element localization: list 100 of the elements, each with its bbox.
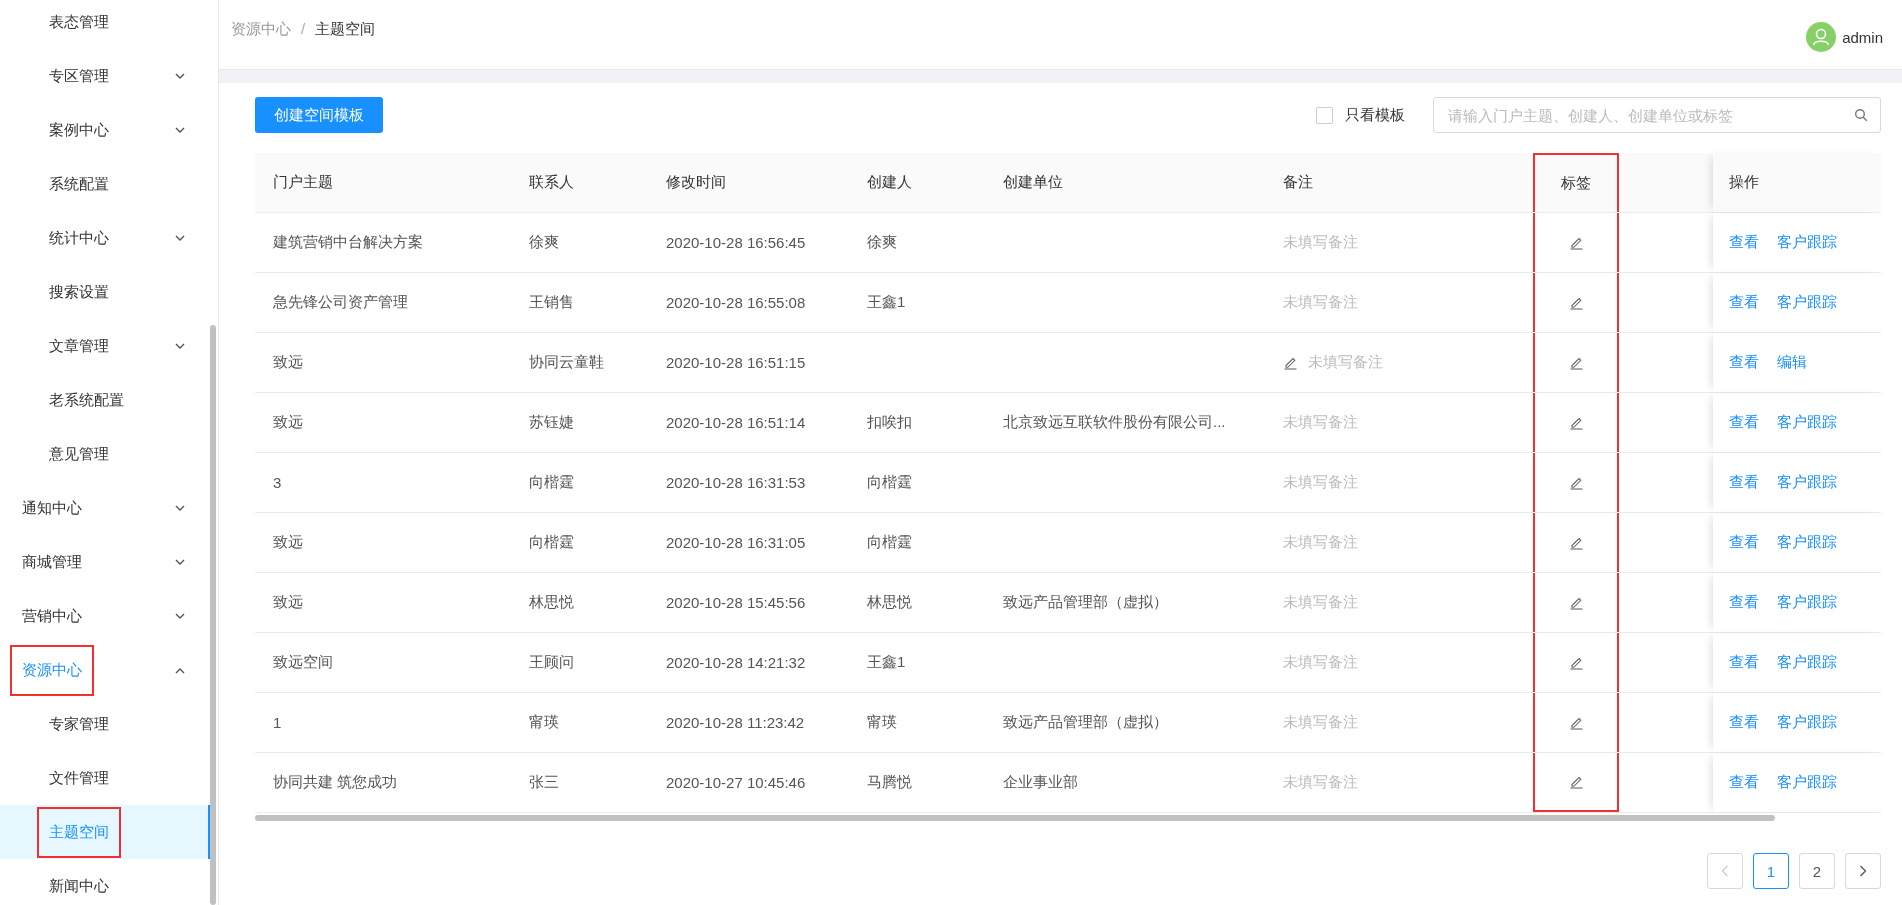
table-cell: 2020-10-28 16:56:45 [666, 234, 806, 251]
edit-icon[interactable] [1568, 235, 1584, 250]
submenu-item[interactable]: 文件管理 [0, 751, 211, 805]
table-cell: 扣唉扣 [867, 413, 912, 432]
action-link[interactable]: 查看 [1729, 233, 1759, 252]
breadcrumb-separator: / [301, 20, 306, 39]
action-link[interactable]: 查看 [1729, 473, 1759, 492]
table-cell: 林思悦 [867, 593, 912, 612]
action-link[interactable]: 客户跟踪 [1777, 293, 1837, 312]
checkbox-label[interactable]: 只看模板 [1345, 105, 1405, 125]
menu-item[interactable]: 通知中心 [0, 481, 211, 535]
table-cell: 建筑营销中台解决方案 [273, 233, 423, 252]
column-header: 标签 [1561, 174, 1591, 193]
table-cell: 向楷霆 [529, 473, 574, 492]
edit-icon[interactable] [1568, 475, 1584, 490]
action-link[interactable]: 查看 [1729, 653, 1759, 672]
submenu-item[interactable]: 新闻中心 [0, 859, 211, 905]
remark-text: 未填写备注 [1308, 353, 1383, 372]
action-link[interactable]: 查看 [1729, 353, 1759, 372]
action-link[interactable]: 客户跟踪 [1777, 593, 1837, 612]
remark-text: 未填写备注 [1283, 773, 1358, 792]
submenu-item[interactable]: 专家管理 [0, 697, 211, 751]
table-cell: 向楷霆 [867, 473, 912, 492]
action-link[interactable]: 客户跟踪 [1777, 773, 1837, 792]
column-header: 操作 [1729, 173, 1759, 192]
action-link[interactable]: 客户跟踪 [1777, 473, 1837, 492]
page-button[interactable]: 2 [1799, 853, 1835, 889]
menu-item[interactable]: 营销中心 [0, 589, 211, 643]
remark-text: 未填写备注 [1283, 593, 1358, 612]
page-button[interactable]: 1 [1753, 853, 1789, 889]
table-cell: 苏钰婕 [529, 413, 574, 432]
table-cell: 2020-10-28 16:51:15 [666, 354, 806, 371]
table-cell: 急先锋公司资产管理 [273, 293, 408, 312]
edit-icon[interactable] [1283, 355, 1298, 370]
breadcrumb-item[interactable]: 资源中心 [231, 20, 291, 39]
edit-icon[interactable] [1568, 655, 1584, 670]
action-link[interactable]: 客户跟踪 [1777, 533, 1837, 552]
table-cell: 企业事业部 [1003, 773, 1078, 792]
action-link[interactable]: 查看 [1729, 593, 1759, 612]
table-cell: 张三 [529, 773, 559, 792]
remark-text: 未填写备注 [1283, 293, 1358, 312]
action-link[interactable]: 查看 [1729, 413, 1759, 432]
create-template-button[interactable]: 创建空间模板 [255, 97, 383, 133]
action-link[interactable]: 查看 [1729, 773, 1759, 792]
search-field[interactable]: 请输入门户主题、创建人、创建单位或标签 [1433, 97, 1881, 133]
submenu-item[interactable]: 专区管理 [0, 49, 211, 103]
scrollbar-thumb[interactable] [255, 815, 1775, 821]
edit-icon[interactable] [1568, 715, 1584, 730]
table-cell: 致远 [273, 593, 303, 612]
action-link[interactable]: 查看 [1729, 533, 1759, 552]
column-header: 创建人 [867, 173, 912, 192]
action-link[interactable]: 客户跟踪 [1777, 233, 1837, 252]
table-cell: 王鑫1 [867, 653, 906, 672]
scrollbar-thumb[interactable] [210, 325, 216, 905]
edit-icon[interactable] [1568, 535, 1584, 550]
column-header: 修改时间 [666, 173, 726, 192]
edit-icon[interactable] [1568, 415, 1584, 430]
action-link[interactable]: 客户跟踪 [1777, 713, 1837, 732]
table-cell: 2020-10-28 16:51:14 [666, 414, 806, 431]
submenu-item[interactable]: 意见管理 [0, 427, 211, 481]
edit-icon[interactable] [1568, 295, 1584, 310]
column-header: 门户主题 [273, 173, 333, 192]
table-cell: 2020-10-28 16:31:53 [666, 474, 806, 491]
table-cell: 徐爽 [529, 233, 559, 252]
checkbox[interactable] [1316, 106, 1333, 124]
submenu-item[interactable]: 老系统配置 [0, 373, 211, 427]
table-cell: 徐爽 [867, 233, 897, 252]
menu-item[interactable]: 商城管理 [0, 535, 211, 589]
edit-icon[interactable] [1568, 355, 1584, 370]
user-name[interactable]: admin [1842, 28, 1883, 46]
edit-icon[interactable] [1568, 774, 1584, 789]
submenu-item[interactable]: 主题空间 [0, 805, 211, 859]
table-cell: 1 [273, 714, 282, 731]
column-header: 备注 [1283, 173, 1313, 192]
table-cell: 致远 [273, 413, 303, 432]
remark-text: 未填写备注 [1283, 713, 1358, 732]
table-cell: 马腾悦 [867, 773, 912, 792]
chevron-right-icon[interactable] [1859, 865, 1867, 877]
search-icon[interactable] [1854, 108, 1868, 122]
table-cell: 2020-10-27 10:45:46 [666, 774, 806, 791]
table-cell: 王鑫1 [867, 293, 906, 312]
submenu-item[interactable]: 表态管理 [0, 0, 211, 49]
action-link[interactable]: 客户跟踪 [1777, 413, 1837, 432]
submenu-item[interactable]: 文章管理 [0, 319, 211, 373]
action-link[interactable]: 查看 [1729, 293, 1759, 312]
submenu-item[interactable]: 统计中心 [0, 211, 211, 265]
column-header: 创建单位 [1003, 173, 1063, 192]
submenu-item[interactable]: 系统配置 [0, 157, 211, 211]
table-cell: 致远 [273, 353, 303, 372]
submenu-item[interactable]: 案例中心 [0, 103, 211, 157]
action-link[interactable]: 查看 [1729, 713, 1759, 732]
table-cell: 王顾问 [529, 653, 574, 672]
action-link[interactable]: 编辑 [1777, 353, 1807, 372]
table-cell: 向楷霆 [529, 533, 574, 552]
table-cell: 3 [273, 474, 282, 491]
action-link[interactable]: 客户跟踪 [1777, 653, 1837, 672]
edit-icon[interactable] [1568, 595, 1584, 610]
submenu-item[interactable]: 搜索设置 [0, 265, 211, 319]
menu-item[interactable]: 资源中心 [0, 643, 211, 697]
table-cell: 协同共建 筑您成功 [273, 773, 398, 792]
